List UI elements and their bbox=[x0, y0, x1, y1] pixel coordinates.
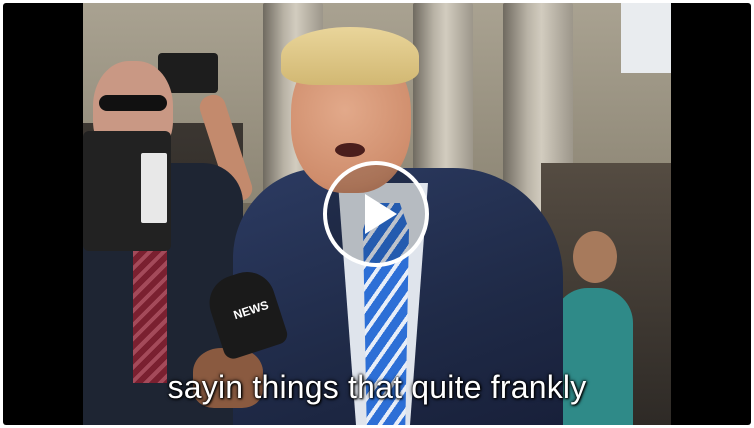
subtitle-caption: sayin things that quite frankly bbox=[167, 369, 587, 405]
sky bbox=[621, 3, 671, 73]
bystander-woman-head bbox=[573, 231, 617, 283]
play-button[interactable] bbox=[323, 161, 429, 267]
play-icon bbox=[365, 194, 397, 234]
screenshot-frame: NEWS sayin things that quite frankly bbox=[0, 0, 754, 428]
sunglasses bbox=[99, 95, 167, 111]
camera-label bbox=[141, 153, 167, 223]
bodyguard-tie bbox=[133, 243, 167, 383]
speaker-hair bbox=[281, 27, 419, 85]
video-player[interactable]: NEWS sayin things that quite frankly bbox=[3, 3, 751, 425]
speaker-mouth bbox=[335, 143, 365, 157]
